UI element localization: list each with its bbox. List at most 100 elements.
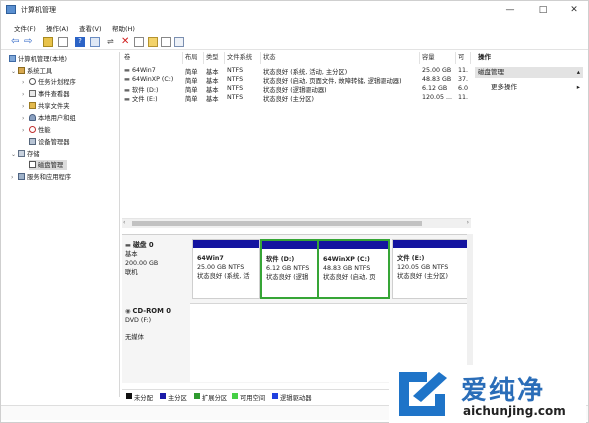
computer-icon	[9, 55, 16, 62]
computer-management-icon	[6, 5, 16, 14]
drive-icon: ▬	[124, 76, 132, 83]
scrollbar-thumb[interactable]	[132, 221, 422, 226]
volume-filesystem: NTFS	[227, 67, 244, 74]
tree-item-services-applications[interactable]: › 服务和应用程序	[11, 172, 71, 182]
legend-swatch-logical	[272, 393, 278, 399]
open-folder-icon[interactable]	[148, 37, 158, 47]
show-hide-tree-icon[interactable]	[58, 37, 68, 47]
properties-icon[interactable]	[90, 37, 100, 47]
chevron-down-icon[interactable]: ⌄	[11, 68, 18, 75]
vertical-scrollbar[interactable]	[467, 234, 473, 382]
back-arrow-icon[interactable]: ⇦	[11, 37, 21, 47]
column-header-capacity[interactable]: 容量	[420, 52, 456, 64]
volume-capacity: 25.00 GB	[422, 67, 452, 74]
column-header-free[interactable]: 可	[456, 52, 471, 64]
table-row[interactable]: ▬ 64WinXP (C:) 简单 基本 NTFS 状态良好 (启动, 页面文件…	[122, 76, 471, 85]
tree-item-device-manager[interactable]: 设备管理器	[29, 137, 69, 147]
performance-icon	[29, 126, 36, 133]
menu-view[interactable]: 查看(V)	[79, 23, 102, 33]
legend-label: 未分配	[134, 395, 153, 402]
legend-swatch-unallocated	[126, 393, 132, 399]
volume-free: 11.	[458, 94, 469, 101]
connect-icon[interactable]: ⇌	[107, 37, 117, 47]
chevron-right-icon[interactable]: ›	[22, 127, 29, 134]
column-header-filesystem[interactable]: 文件系统	[225, 52, 261, 64]
horizontal-scrollbar[interactable]: ‹ ›	[122, 218, 471, 228]
partition-name: 文件 (E:)	[397, 255, 425, 262]
chevron-right-icon[interactable]: ›	[11, 174, 18, 181]
forward-arrow-icon[interactable]: ⇨	[24, 37, 34, 47]
chevron-down-icon[interactable]: ⌄	[11, 151, 18, 158]
search-icon[interactable]	[161, 37, 171, 47]
volume-capacity: 120.05 ...	[422, 94, 453, 101]
tree-item-label: 服务和应用程序	[27, 174, 72, 181]
partition-files-e[interactable]: 文件 (E:) 120.05 GB NTFS 状态良好 (主分区)	[392, 239, 469, 299]
actions-section-disk-management[interactable]: 磁盘管理 ▴	[475, 67, 583, 78]
partition-64winxp-c[interactable]: 64WinXP (C:) 48.83 GB NTFS 状态良好 (启动, 页	[317, 239, 390, 299]
brand-url: aichunjing.com	[463, 404, 566, 418]
tree-item-computer-management[interactable]: 计算机管理(本地)	[9, 54, 67, 64]
partition-status: 状态良好 (系统, 活	[197, 273, 250, 280]
brand-name: 爱纯净	[461, 376, 546, 406]
volume-type: 基本	[206, 87, 219, 94]
table-row[interactable]: ▬ 64Win7 简单 基本 NTFS 状态良好 (系统, 活动, 主分区) 2…	[122, 67, 471, 76]
chevron-right-icon[interactable]: ›	[22, 103, 29, 110]
menu-bar: 文件(F) 操作(A) 查看(V) 帮助(H)	[1, 21, 588, 33]
tree-item-storage[interactable]: ⌄ 存储	[11, 149, 40, 159]
volume-status: 状态良好 (启动, 页面文件, 故障转储, 逻辑驱动器)	[263, 78, 402, 85]
disk-type: 基本	[125, 251, 138, 258]
watermark-logo: 爱纯净 aichunjing.com	[389, 365, 586, 423]
volume-name: 软件 (D:)	[131, 87, 159, 94]
tree-item-local-users[interactable]: › 本地用户和组	[22, 113, 76, 123]
column-header-volume[interactable]: 卷	[122, 52, 183, 64]
scroll-right-icon[interactable]: ›	[467, 219, 469, 226]
legend-swatch-primary	[160, 393, 166, 399]
chevron-right-icon[interactable]: ›	[22, 115, 29, 122]
volume-name: 64WinXP (C:)	[131, 76, 174, 83]
help-icon[interactable]: ?	[75, 37, 85, 47]
tree-item-event-viewer[interactable]: › 事件查看器	[22, 89, 69, 99]
column-header-layout[interactable]: 布局	[183, 52, 204, 64]
volume-capacity: 6.12 GB	[422, 85, 448, 92]
column-header-type[interactable]: 类型	[204, 52, 225, 64]
menu-file[interactable]: 文件(F)	[14, 23, 36, 33]
partition-size: 120.05 GB NTFS	[397, 264, 449, 271]
table-row[interactable]: ▬ 文件 (E:) 简单 基本 NTFS 状态良好 (主分区) 120.05 .…	[122, 94, 471, 103]
disk-view-icon[interactable]	[174, 37, 184, 47]
disk-state: 联机	[125, 269, 138, 276]
tree-item-task-scheduler[interactable]: › 任务计划程序	[22, 77, 76, 87]
tree-item-label: 磁盘管理	[38, 162, 64, 169]
scroll-left-icon[interactable]: ‹	[123, 219, 125, 226]
volume-status: 状态良好 (系统, 活动, 主分区)	[263, 69, 348, 76]
tree-item-label: 计算机管理(本地)	[18, 56, 67, 63]
delete-icon[interactable]: ✕	[121, 37, 131, 47]
chevron-right-icon[interactable]: ›	[22, 79, 29, 86]
column-header-status[interactable]: 状态	[261, 52, 420, 64]
chevron-right-icon[interactable]: ›	[22, 91, 29, 98]
volume-type: 基本	[206, 78, 219, 85]
event-log-icon	[29, 90, 36, 97]
tree-item-disk-management[interactable]: 磁盘管理	[29, 160, 68, 170]
menu-action[interactable]: 操作(A)	[46, 23, 69, 33]
volume-free: 11.	[458, 67, 469, 74]
tree-item-label: 任务计划程序	[38, 79, 76, 86]
tree-item-system-tools[interactable]: ⌄ 系统工具	[11, 66, 52, 76]
tree-item-label: 本地用户和组	[38, 115, 76, 122]
maximize-button[interactable]: □	[532, 3, 554, 17]
tree-item-performance[interactable]: › 性能	[22, 125, 51, 135]
legend-swatch-extended	[194, 393, 200, 399]
partition-size: 25.00 GB NTFS	[197, 264, 245, 271]
collapse-icon[interactable]: ▴	[577, 67, 580, 78]
clock-icon	[29, 78, 36, 85]
menu-help[interactable]: 帮助(H)	[112, 23, 135, 33]
partition-64win7[interactable]: 64Win7 25.00 GB NTFS 状态良好 (系统, 活	[192, 239, 260, 299]
minimize-button[interactable]: —	[499, 3, 521, 17]
volume-capacity: 48.83 GB	[422, 76, 452, 83]
partition-software-d[interactable]: 软件 (D:) 6.12 GB NTFS 状态良好 (逻辑	[260, 239, 319, 299]
close-button[interactable]: ✕	[563, 3, 585, 17]
more-actions-item[interactable]: 更多操作 ▸	[475, 82, 583, 93]
tree-item-shared-folders[interactable]: › 共享文件夹	[22, 101, 69, 111]
table-row[interactable]: ▬ 软件 (D:) 简单 基本 NTFS 状态良好 (逻辑驱动器) 6.12 G…	[122, 85, 471, 94]
folder-up-icon[interactable]	[43, 37, 53, 47]
check-icon[interactable]	[134, 37, 144, 47]
